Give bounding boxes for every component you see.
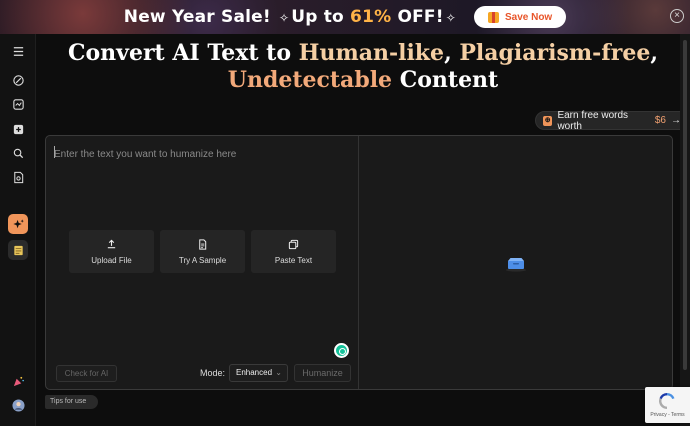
recaptcha-links[interactable]: Privacy - Terms	[645, 412, 690, 418]
earn-free-words-button[interactable]: ⊕ Earn free words worth $6 →	[535, 109, 690, 132]
promo-banner: New Year Sale! ✧ Up to 61% OFF! ✧ Save Now…	[0, 0, 690, 34]
output-pane	[360, 136, 672, 389]
promo-discount: 61%	[350, 7, 392, 27]
add-icon[interactable]	[10, 121, 26, 137]
title-text: ,	[444, 40, 460, 66]
input-pane: Upload File Try A Sample Paste Text Chec…	[46, 136, 359, 389]
upload-icon	[107, 239, 116, 248]
gift-icon: ⊕	[543, 115, 553, 126]
recaptcha-icon	[658, 393, 675, 409]
page-title-line1: Convert AI Text to Human-like, Plagiaris…	[36, 40, 690, 67]
title-highlight-plagiarism-free: Plagiarism-free	[459, 40, 651, 66]
promo-text-part2: Up to	[291, 7, 351, 27]
title-text: Content	[392, 67, 499, 93]
empty-box-icon	[506, 258, 526, 272]
title-text: ,	[650, 40, 659, 66]
notes-icon[interactable]	[8, 240, 28, 260]
avatar[interactable]	[10, 397, 26, 413]
promo-text: New Year Sale! ✧ Up to 61% OFF! ✧	[124, 7, 458, 27]
sidebar	[0, 34, 36, 426]
chevron-down-icon: ⌄	[275, 368, 282, 377]
earn-amount: $6	[654, 115, 666, 126]
sparkle-icon: ✧	[278, 11, 290, 25]
checker-icon[interactable]	[10, 145, 26, 161]
mode-value: Enhanced	[236, 368, 273, 377]
earn-label: Earn free words worth	[557, 109, 629, 132]
humanize-button[interactable]: Humanize	[294, 364, 351, 382]
paste-text-label: Paste Text	[274, 255, 313, 265]
close-banner-icon[interactable]: ×	[670, 9, 684, 23]
scrollbar-thumb[interactable]	[683, 40, 687, 370]
page-title: Convert AI Text to Human-like, Plagiaris…	[36, 40, 690, 94]
grammarly-icon[interactable]	[334, 343, 349, 358]
paste-text-button[interactable]: Paste Text	[251, 230, 336, 273]
promo-text-part1: New Year Sale!	[123, 7, 277, 27]
humanizer-icon[interactable]	[8, 214, 28, 234]
promo-text-part3: OFF!	[391, 7, 444, 27]
try-sample-button[interactable]: Try A Sample	[160, 230, 245, 273]
tips-for-use-button[interactable]: Tips for use	[45, 395, 99, 409]
save-now-label: Save Now	[504, 11, 553, 23]
gift-icon	[487, 11, 499, 23]
paraphrase-icon[interactable]	[10, 96, 26, 112]
upload-file-label: Upload File	[91, 255, 132, 265]
document-icon	[199, 238, 207, 250]
upload-file-button[interactable]: Upload File	[69, 230, 154, 273]
mode-label: Mode:	[200, 368, 226, 378]
check-for-ai-button[interactable]: Check for AI	[56, 365, 117, 382]
copy-icon	[288, 239, 299, 249]
save-now-button[interactable]: Save Now	[473, 6, 567, 28]
title-highlight-human-like: Human-like	[298, 40, 445, 66]
menu-icon[interactable]	[10, 43, 26, 59]
recaptcha-badge[interactable]: Privacy - Terms	[645, 387, 690, 423]
title-highlight-undetectable: Undetectable	[227, 67, 393, 93]
try-sample-label: Try A Sample	[178, 255, 227, 265]
input-actions: Upload File Try A Sample Paste Text	[69, 230, 336, 273]
mode-select[interactable]: Enhanced ⌄	[229, 364, 288, 382]
title-text: Convert AI Text to	[67, 40, 299, 66]
page-title-line2: Undetectable Content	[36, 67, 690, 94]
document-search-icon[interactable]	[10, 169, 26, 185]
sparkle-icon: ✧	[445, 11, 456, 25]
text-input[interactable]	[54, 144, 350, 164]
detector-icon[interactable]	[10, 72, 26, 88]
party-icon[interactable]	[10, 373, 26, 389]
editor-panel: Upload File Try A Sample Paste Text Chec…	[45, 135, 673, 390]
